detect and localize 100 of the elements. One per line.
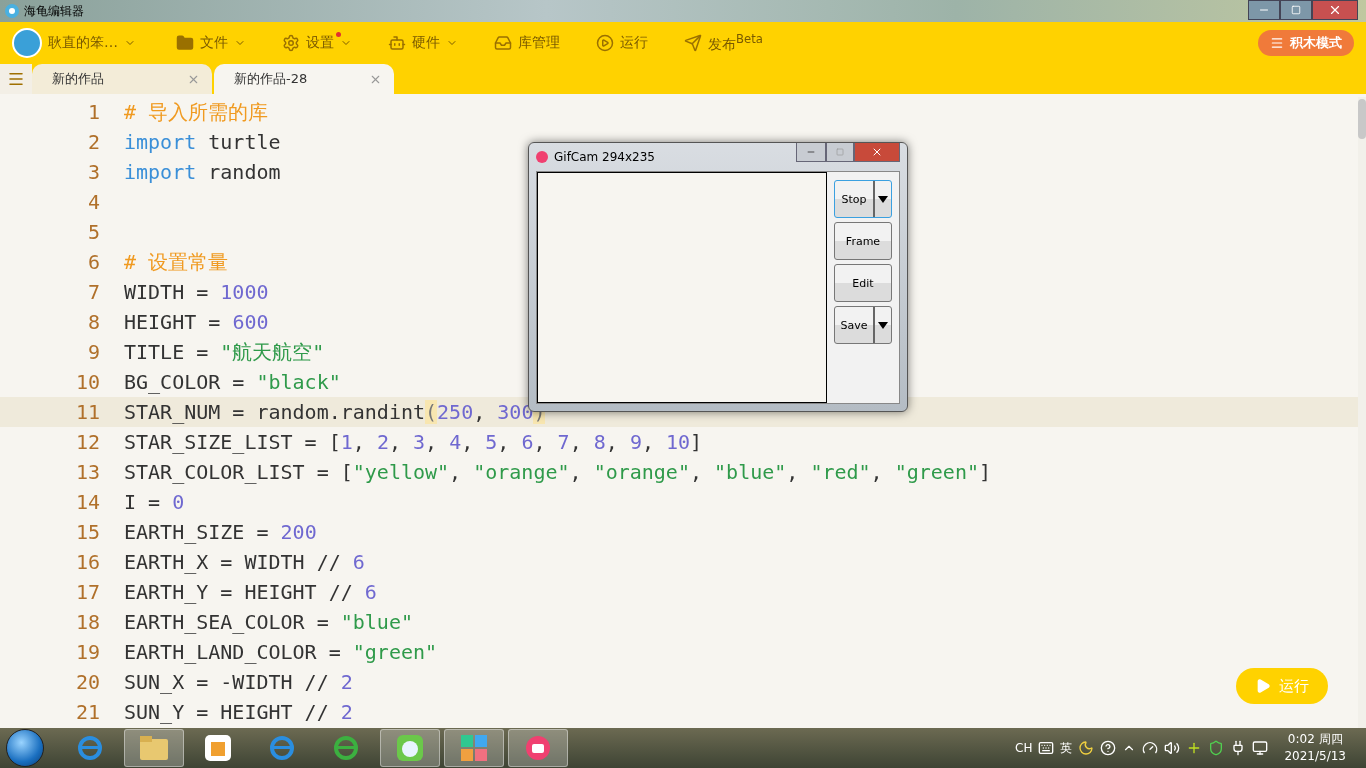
taskbar-app[interactable] — [380, 729, 440, 767]
menu-item[interactable]: 设置 — [282, 34, 352, 52]
code-line: # 设置常量 — [124, 248, 229, 276]
language-indicator[interactable]: CH — [1015, 741, 1033, 755]
gifcam-button[interactable]: Edit — [834, 264, 892, 302]
code-line: TITLE = "航天航空" — [124, 338, 325, 366]
user-menu[interactable]: 耿直的笨… — [12, 28, 136, 58]
code-line: import turtle — [124, 130, 281, 154]
code-line: I = 0 — [124, 490, 185, 514]
avatar-icon — [12, 28, 42, 58]
clock-time: 0:02 周四 — [1287, 731, 1343, 748]
browser-icon — [332, 734, 360, 762]
code-line: import random — [124, 160, 281, 184]
blocks-icon — [1270, 36, 1284, 50]
line-number: 14 — [74, 490, 101, 514]
line-number: 9 — [86, 340, 101, 364]
menu-label: 硬件 — [412, 34, 440, 52]
menu-label: 设置 — [306, 34, 334, 52]
menu-item[interactable]: 文件 — [176, 34, 246, 52]
editor-tab[interactable]: 新的作品 — [32, 64, 212, 94]
code-line: EARTH_X = WIDTH // 6 — [124, 550, 365, 574]
menu-label: 库管理 — [518, 34, 560, 52]
minimize-button[interactable] — [796, 143, 826, 162]
restore-button[interactable] — [1280, 0, 1312, 20]
line-number: 8 — [86, 310, 101, 334]
code-line: STAR_COLOR_LIST = ["yellow", "orange", "orange", "blue", "red", "green"] — [124, 460, 992, 484]
code-line: SUN_X = -WIDTH // 2 — [124, 670, 353, 694]
line-number: 12 — [74, 430, 101, 454]
window-title: 海龟编辑器 — [24, 2, 84, 20]
line-number: 16 — [74, 550, 101, 574]
menu-label: 发布$^{Beta}$ — [708, 32, 763, 54]
inbox-icon — [494, 34, 512, 52]
keyboard-icon[interactable] — [1038, 740, 1055, 756]
turtle-app-icon — [4, 3, 20, 19]
menu-item[interactable]: 发布$^{Beta}$ — [684, 32, 763, 54]
gifcam-button[interactable]: Stop — [834, 180, 892, 218]
turtle-app-icon — [396, 734, 424, 762]
code-line: EARTH_LAND_COLOR = "green" — [124, 640, 438, 664]
code-line: WIDTH = 1000 — [124, 280, 269, 304]
line-number: 21 — [74, 700, 101, 724]
menu-item[interactable]: 库管理 — [494, 34, 560, 52]
clock-date: 2021/5/13 — [1284, 748, 1346, 765]
moon-icon[interactable] — [1078, 740, 1095, 756]
close-button[interactable] — [1312, 0, 1358, 20]
gifcam-button[interactable]: Save — [834, 306, 892, 344]
folder-icon — [139, 735, 169, 761]
browser-icon — [76, 734, 104, 762]
line-number: 4 — [86, 190, 101, 214]
maximize-button[interactable] — [826, 143, 854, 162]
line-number: 15 — [74, 520, 101, 544]
network-icon[interactable] — [1252, 740, 1269, 756]
scrollbar[interactable] — [1358, 97, 1366, 728]
line-number: 1 — [86, 100, 101, 124]
code-line: EARTH_Y = HEIGHT // 6 — [124, 580, 377, 604]
clock[interactable]: 0:02 周四 2021/5/13 — [1284, 731, 1346, 765]
ime-mode[interactable]: 英 — [1060, 739, 1073, 757]
line-number: 17 — [74, 580, 101, 604]
menu-label: 运行 — [620, 34, 648, 52]
gauge-icon[interactable] — [1142, 740, 1159, 756]
line-number: 18 — [74, 610, 101, 634]
code-line: STAR_SIZE_LIST = [1, 2, 3, 4, 5, 6, 7, 8, 9, 10] — [124, 430, 703, 454]
menu-item[interactable]: 硬件 — [388, 34, 458, 52]
taskbar-app[interactable] — [508, 729, 568, 767]
line-number: 10 — [74, 370, 101, 394]
line-number: 5 — [86, 220, 101, 244]
start-button[interactable] — [6, 729, 44, 767]
line-number: 2 — [86, 130, 101, 154]
robot-icon — [388, 34, 406, 52]
line-number: 7 — [86, 280, 101, 304]
folder-icon — [176, 34, 194, 52]
line-number: 6 — [86, 250, 101, 274]
shield-icon[interactable] — [1208, 740, 1225, 756]
window-title: GifCam 294x235 — [554, 150, 655, 164]
camera-icon — [524, 734, 552, 762]
settings-icon — [282, 34, 300, 52]
menu-icon[interactable] — [0, 64, 32, 94]
play-icon — [1255, 678, 1271, 694]
line-number: 19 — [74, 640, 101, 664]
line-number: 11 — [74, 400, 101, 424]
menu-label: 文件 — [200, 34, 228, 52]
help-icon[interactable] — [1100, 740, 1117, 756]
code-line: EARTH_SIZE = 200 — [124, 520, 317, 544]
browser-icon — [268, 734, 296, 762]
editor-tab[interactable]: 新的作品-28 — [214, 64, 394, 94]
restore-icon — [1291, 5, 1301, 15]
line-number: 3 — [86, 160, 101, 184]
minimize-button[interactable] — [1248, 0, 1280, 20]
code-line: # 导入所需的库 — [124, 98, 269, 126]
code-line: HEIGHT = 600 — [124, 310, 269, 334]
gifcam-button[interactable]: Frame — [834, 222, 892, 260]
code-line: BG_COLOR = "black" — [124, 370, 341, 394]
code-line: SUN_Y = HEIGHT // 2 — [124, 700, 353, 724]
play-icon — [596, 34, 614, 52]
paper-plane-icon — [684, 34, 702, 52]
menu-item[interactable]: 运行 — [596, 34, 648, 52]
code-line: EARTH_SEA_COLOR = "blue" — [124, 610, 413, 634]
tiles-icon — [460, 734, 488, 762]
maximize-icon — [836, 148, 844, 156]
box-app-icon — [204, 734, 232, 762]
speaker-icon[interactable] — [1164, 740, 1181, 756]
